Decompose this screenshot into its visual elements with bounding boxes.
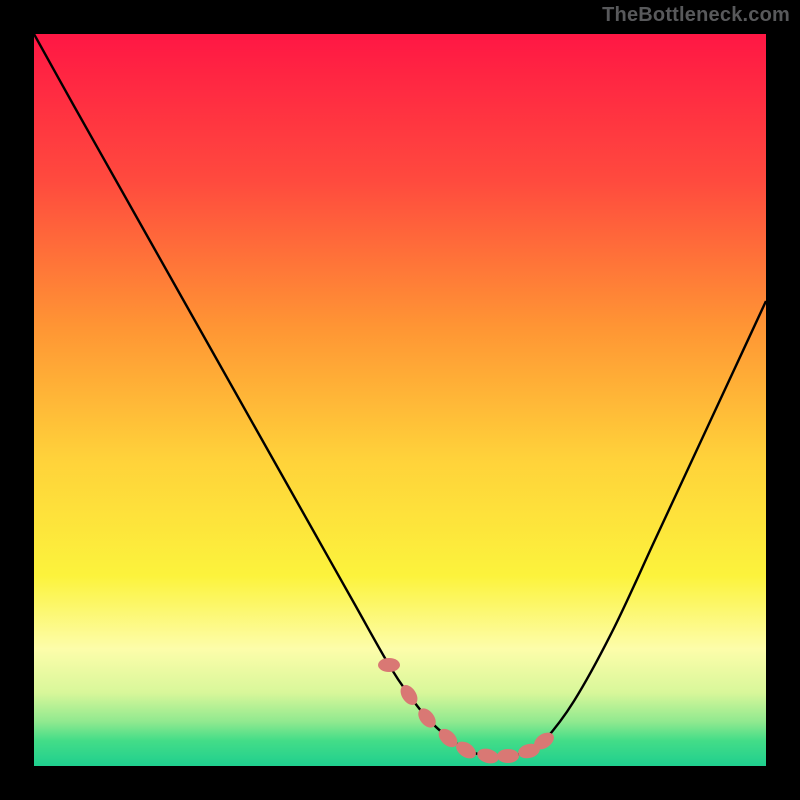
plot-area <box>34 34 766 766</box>
watermark-text: TheBottleneck.com <box>602 4 790 27</box>
gradient-background <box>34 34 766 766</box>
highlight-dot <box>497 749 519 763</box>
chart-frame: TheBottleneck.com <box>0 0 800 800</box>
highlight-dot <box>378 658 400 672</box>
chart-svg <box>34 34 766 766</box>
